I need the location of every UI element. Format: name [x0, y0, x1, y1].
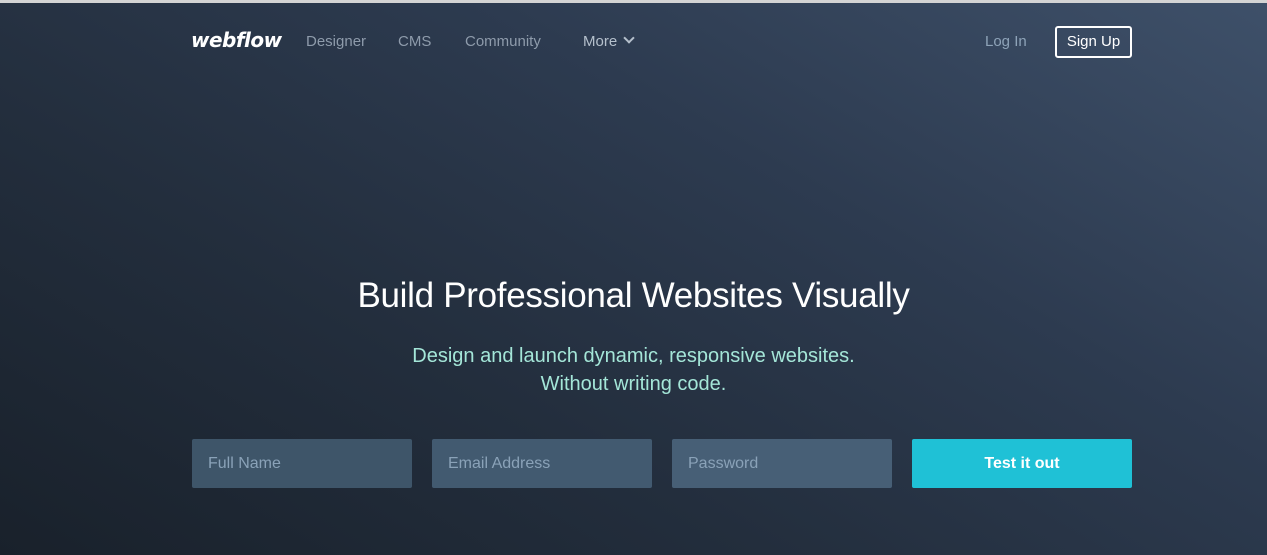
login-link[interactable]: Log In [985, 33, 1027, 50]
full-name-input[interactable] [192, 439, 412, 488]
email-input[interactable] [432, 439, 652, 488]
top-navigation: webflow Designer CMS Community More Log … [0, 3, 1267, 79]
hero-headline: Build Professional Websites Visually [357, 276, 910, 315]
nav-link-cms[interactable]: CMS [398, 33, 431, 50]
password-input[interactable] [672, 439, 892, 488]
hero-subtitle: Design and launch dynamic, responsive we… [0, 342, 1267, 398]
nav-more-dropdown[interactable]: More [583, 32, 635, 50]
hero-subtitle-line-1: Design and launch dynamic, responsive we… [412, 345, 855, 367]
nav-more-label: More [583, 33, 618, 50]
hero-subtitle-line-2: Without writing code. [540, 373, 727, 395]
test-it-out-button[interactable]: Test it out [912, 439, 1132, 488]
nav-link-designer[interactable]: Designer [306, 33, 366, 50]
signup-button[interactable]: Sign Up [1055, 26, 1132, 58]
webflow-logo[interactable]: webflow [191, 28, 282, 52]
hero-section: webflow Designer CMS Community More Log … [0, 3, 1267, 555]
chevron-down-icon [623, 32, 635, 44]
nav-link-community[interactable]: Community [465, 33, 541, 50]
